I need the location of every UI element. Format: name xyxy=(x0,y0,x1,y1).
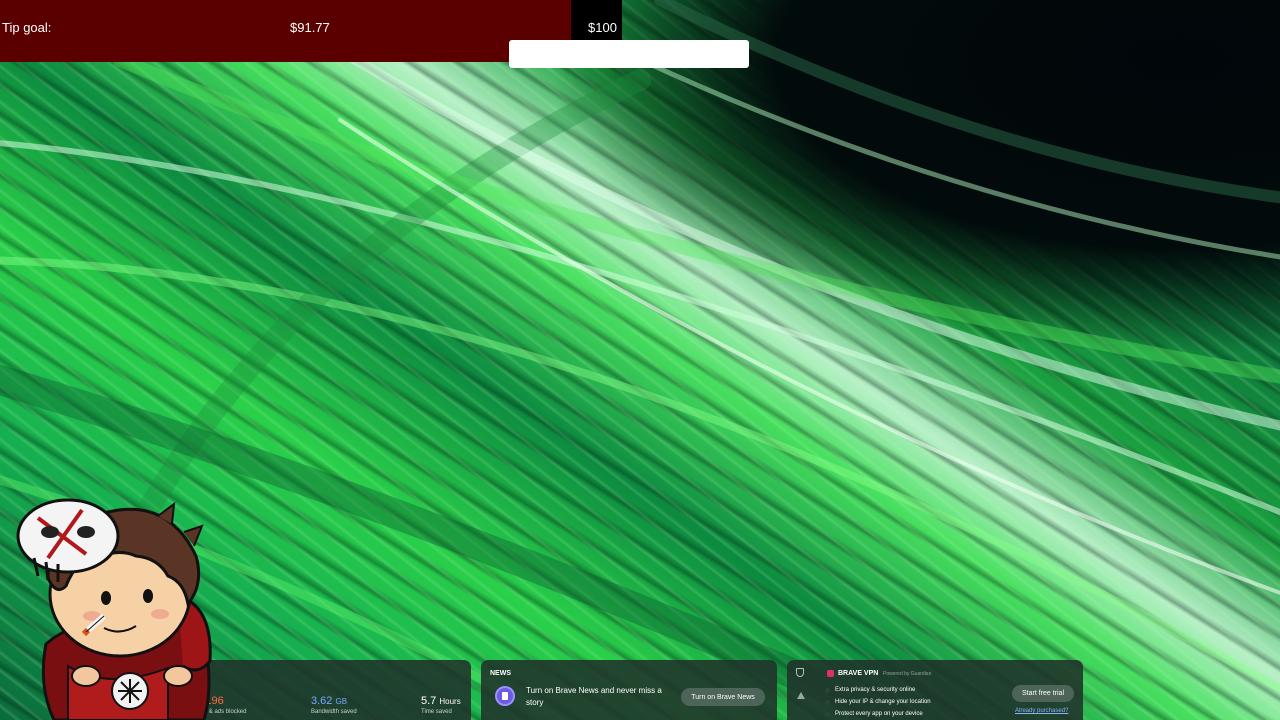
bandwidth-saved-value: 3.62 GB xyxy=(311,695,347,707)
vpn-feature-item: Hide your IP & change your location xyxy=(825,696,931,708)
turn-on-brave-news-button[interactable]: Turn on Brave News xyxy=(681,688,765,706)
vpn-feature-item: Protect every app on your device xyxy=(825,708,931,720)
newspaper-icon xyxy=(495,686,515,706)
vpn-feature-item: Extra privacy & security online xyxy=(825,684,931,696)
time-unit: Hours xyxy=(439,697,461,706)
shield-icon[interactable] xyxy=(796,668,804,677)
warning-icon[interactable] xyxy=(797,692,805,699)
vpn-widget[interactable]: BRAVE VPN Powered by Guardian Extra priv… xyxy=(787,660,1083,720)
vpn-feature-text: Protect every app on your device xyxy=(835,711,923,717)
tip-current-amount: $91.77 xyxy=(290,20,330,35)
news-title: NEWS xyxy=(490,670,511,677)
brave-vpn-logo-icon xyxy=(827,670,834,677)
tip-goal-amount: $100 xyxy=(588,20,617,35)
check-icon xyxy=(825,687,830,693)
vpn-title: BRAVE VPN xyxy=(838,670,879,677)
news-widget[interactable]: NEWS Turn on Brave News and never miss a… xyxy=(481,660,777,720)
time-saved-value: 5.7 Hours xyxy=(421,695,461,707)
tip-goal-label: Tip goal: xyxy=(2,20,52,35)
bandwidth-saved-label: Bandwidth saved xyxy=(311,709,357,715)
time-number: 5.7 xyxy=(421,695,437,707)
start-free-trial-button[interactable]: Start free trial xyxy=(1012,685,1074,702)
vpn-feature-text: Hide your IP & change your location xyxy=(835,699,931,705)
check-icon xyxy=(825,699,830,705)
check-icon xyxy=(825,711,830,717)
vpn-feature-list: Extra privacy & security online Hide you… xyxy=(825,684,931,720)
vpn-powered-by: Powered by Guardian xyxy=(883,671,932,677)
bandwidth-unit: GB xyxy=(335,697,348,706)
vpn-feature-text: Extra privacy & security online xyxy=(835,687,916,693)
stats-widget[interactable]: 406,196 Trackers & ads blocked 3.62 GB B… xyxy=(180,660,471,720)
tip-goal-progress-fill xyxy=(0,0,571,62)
white-banner xyxy=(509,40,749,68)
streamer-avatar xyxy=(16,498,212,720)
time-saved-label: Time saved xyxy=(421,709,452,715)
bandwidth-number: 3.62 xyxy=(311,695,333,707)
already-purchased-link[interactable]: Already purchased? xyxy=(1015,708,1068,714)
news-description: Turn on Brave News and never miss a stor… xyxy=(526,686,662,707)
